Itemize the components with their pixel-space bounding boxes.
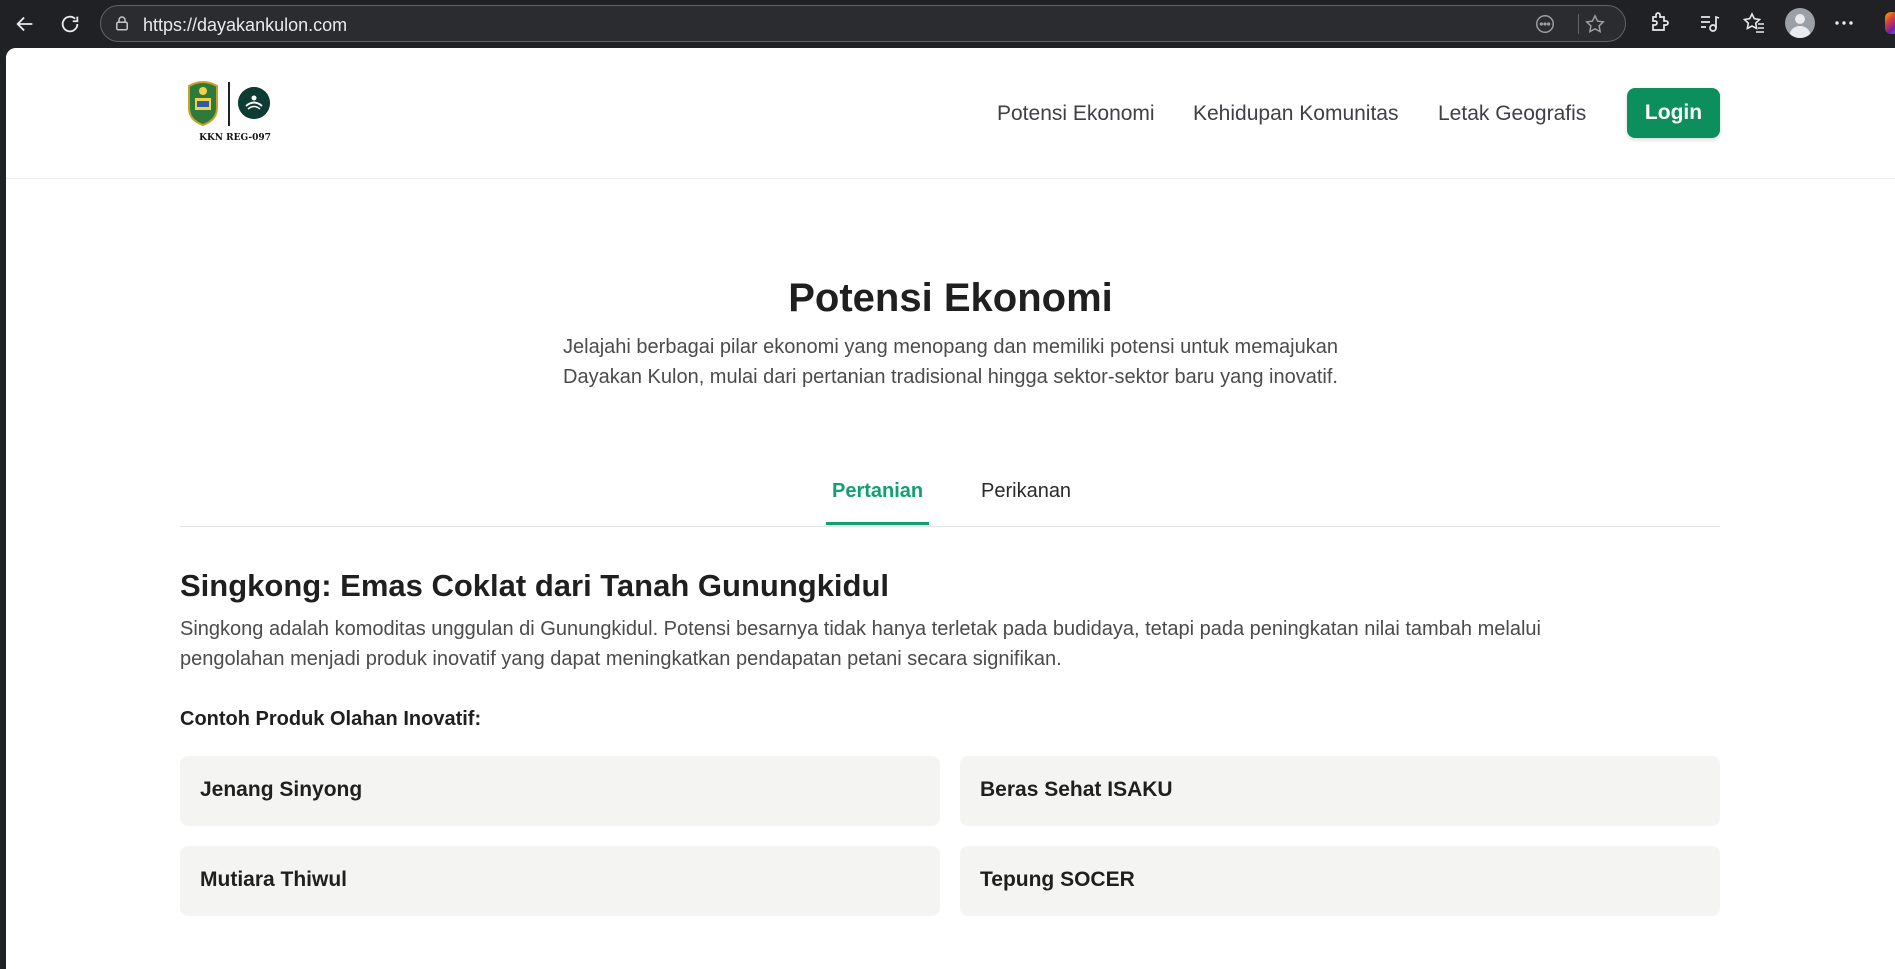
product-name: Mutiara Thiwul <box>200 868 347 891</box>
nav-link-potensi-ekonomi[interactable]: Potensi Ekonomi <box>997 102 1155 126</box>
section-description: Singkong adalah komoditas unggulan di Gu… <box>180 618 1541 670</box>
sector-tabs: Pertanian Perikanan <box>180 466 1720 527</box>
back-arrow-icon[interactable] <box>9 8 41 40</box>
active-tab-indicator <box>826 522 929 525</box>
address-bar[interactable]: https://dayakankulon.com <box>100 5 1626 42</box>
favorites-icon[interactable] <box>1740 9 1768 37</box>
tab-perikanan[interactable]: Perikanan <box>981 480 1071 503</box>
page-title: Potensi Ekonomi <box>788 276 1113 320</box>
product-card[interactable]: Beras Sehat ISAKU <box>960 756 1720 826</box>
reading-mode-icon[interactable] <box>1534 13 1556 35</box>
site-logo[interactable]: KKN REG-097 <box>180 80 290 145</box>
product-card[interactable]: Jenang Sinyong <box>180 756 940 826</box>
product-name: Beras Sehat ISAKU <box>980 778 1173 801</box>
logo-divider <box>228 82 230 126</box>
profile-avatar[interactable] <box>1785 8 1815 38</box>
regency-crest-icon <box>188 81 218 126</box>
product-card[interactable]: Tepung SOCER <box>960 846 1720 916</box>
lock-icon <box>116 16 128 31</box>
page-viewport: KKN REG-097 Potensi Ekonomi Kehidupan Ko… <box>6 48 1895 969</box>
page-description: Jelajahi berbagai pilar ekonomi yang men… <box>563 336 1338 388</box>
url-text[interactable]: https://dayakankulon.com <box>143 15 347 36</box>
product-name: Jenang Sinyong <box>200 778 363 801</box>
university-emblem-icon <box>238 87 270 119</box>
logo-caption: KKN REG-097 <box>199 133 271 143</box>
copilot-icon[interactable] <box>1885 12 1895 34</box>
section-title: Singkong: Emas Coklat dari Tanah Gunungk… <box>180 568 890 603</box>
reload-icon[interactable] <box>54 8 86 40</box>
address-bar-divider <box>1578 14 1579 34</box>
product-card[interactable]: Mutiara Thiwul <box>180 846 940 916</box>
products-heading: Contoh Produk Olahan Inovatif: <box>180 708 482 730</box>
nav-link-kehidupan-komunitas[interactable]: Kehidupan Komunitas <box>1193 102 1398 126</box>
site-header: KKN REG-097 Potensi Ekonomi Kehidupan Ko… <box>6 48 1895 179</box>
extensions-icon[interactable] <box>1645 9 1673 37</box>
login-button[interactable]: Login <box>1627 88 1720 138</box>
star-icon[interactable] <box>1584 13 1606 35</box>
tab-pertanian[interactable]: Pertanian <box>832 480 923 503</box>
nav-link-letak-geografis[interactable]: Letak Geografis <box>1438 102 1586 126</box>
product-name: Tepung SOCER <box>980 868 1135 891</box>
media-control-icon[interactable] <box>1695 9 1723 37</box>
browser-toolbar: https://dayakankulon.com <box>0 0 1895 48</box>
more-options-icon[interactable] <box>1830 9 1858 37</box>
